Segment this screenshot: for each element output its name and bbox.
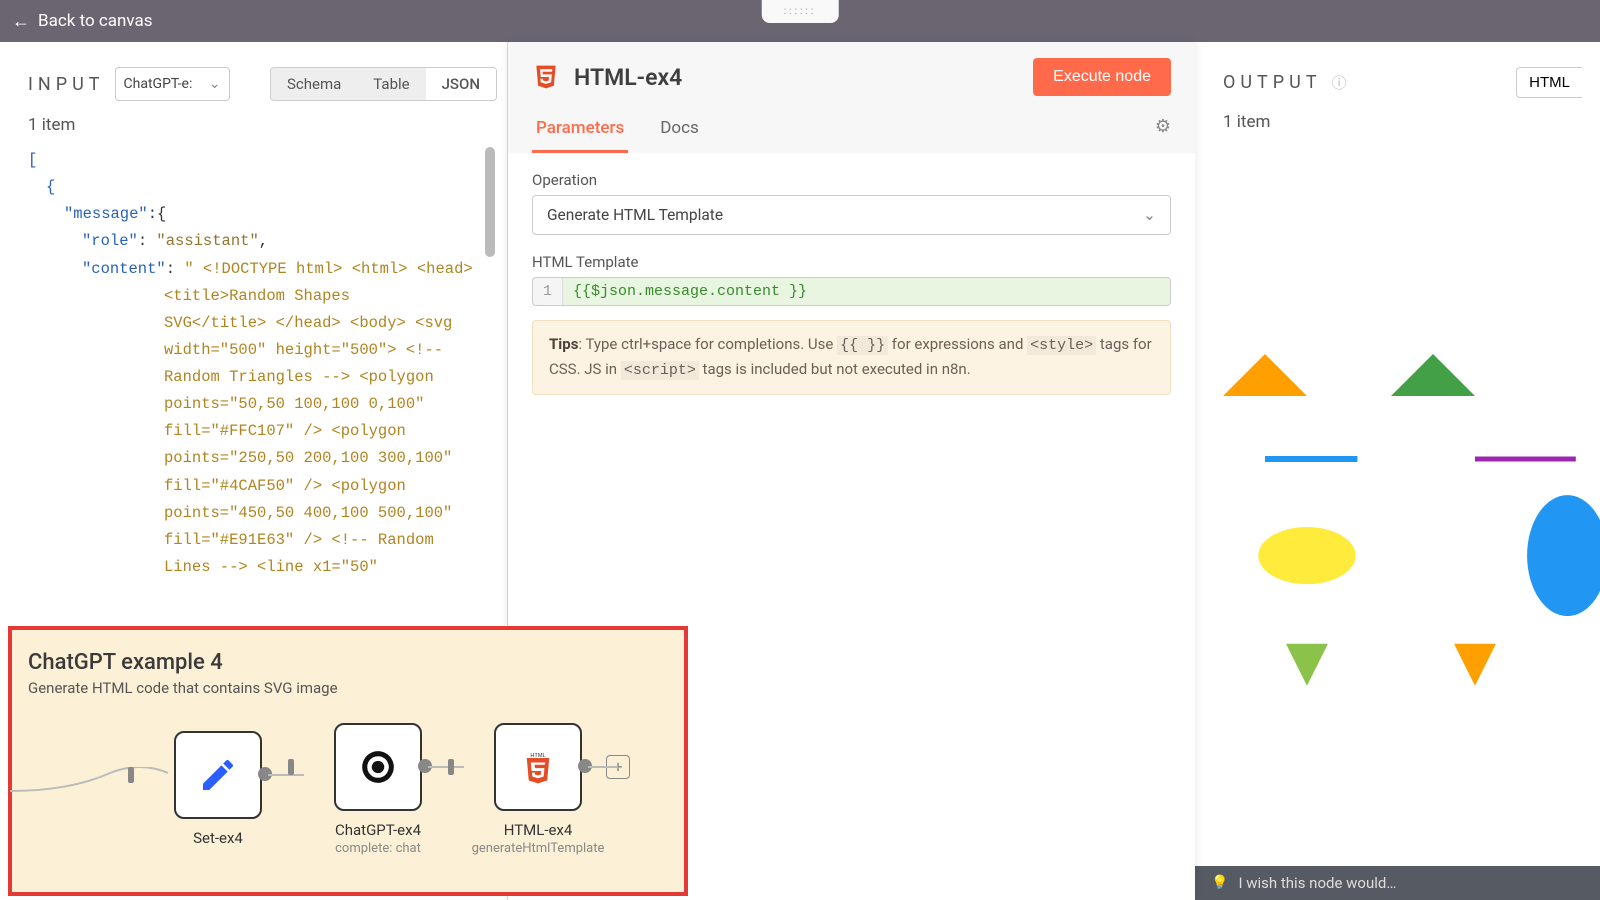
tab-json[interactable]: JSON xyxy=(426,68,496,100)
input-node-select[interactable]: ChatGPT-e: ⌄ xyxy=(115,67,230,101)
json-text: Random Triangles --> <polygon xyxy=(28,364,497,391)
json-text: fill="#4CAF50" /> <polygon xyxy=(28,473,497,500)
workflow-node-set[interactable]: Set-ex4 xyxy=(138,731,298,849)
node-name[interactable]: HTML-ex4 xyxy=(574,64,1019,91)
svg-output-preview xyxy=(1223,144,1600,900)
html-template-label: HTML Template xyxy=(532,253,1171,271)
workflow-preview: ChatGPT example 4 Generate HTML code tha… xyxy=(8,626,688,896)
ellipse-shape xyxy=(1258,527,1355,584)
workflow-node-sublabel: generateHtmlTemplate xyxy=(472,841,605,856)
json-text: Lines --> <line x1="50" xyxy=(28,554,497,581)
arrow-left-icon: ← xyxy=(12,11,30,32)
info-icon[interactable]: ⓘ xyxy=(1332,72,1347,93)
tab-parameters[interactable]: Parameters xyxy=(532,110,628,153)
workflow-node-label: HTML-ex4 xyxy=(504,821,573,839)
json-text: SVG</title> </head> <body> <svg xyxy=(28,310,497,337)
triangle-down-shape xyxy=(1454,644,1496,686)
workflow-node-chatgpt[interactable]: ChatGPT-ex4 complete: chat xyxy=(298,723,458,856)
tab-docs[interactable]: Docs xyxy=(656,110,703,153)
json-text: fill="#E91E63" /> <!-- Random xyxy=(28,527,497,554)
json-text: "assistant" xyxy=(147,232,259,250)
ellipse-shape xyxy=(1527,495,1600,616)
json-text: [ xyxy=(28,151,37,169)
json-text: "content" xyxy=(82,260,166,278)
svg-text:HTML: HTML xyxy=(530,753,545,759)
back-to-canvas-link[interactable]: ← Back to canvas xyxy=(12,11,153,32)
triangle-shape xyxy=(1223,354,1307,396)
workflow-node-label: ChatGPT-ex4 xyxy=(335,821,421,839)
back-label: Back to canvas xyxy=(38,11,153,31)
template-code: {{$json.message.content }} xyxy=(563,278,1170,305)
pencil-icon xyxy=(198,755,238,795)
openai-icon xyxy=(359,748,397,786)
json-text: <title>Random Shapes xyxy=(28,283,497,310)
tips-label: Tips xyxy=(549,335,578,353)
feedback-text: I wish this node would… xyxy=(1238,874,1396,892)
input-view-tabs: Schema Table JSON xyxy=(270,67,497,101)
workflow-nodes: Set-ex4 ChatGPT-ex4 complete: chat HTML … xyxy=(28,723,668,856)
input-item-count: 1 item xyxy=(28,115,497,135)
output-item-count: 1 item xyxy=(1223,112,1582,132)
tab-schema[interactable]: Schema xyxy=(271,68,357,100)
node-input-handle-icon[interactable] xyxy=(448,759,454,775)
input-title: INPUT xyxy=(28,74,105,95)
top-bar: ← Back to canvas :::::: xyxy=(0,0,1600,42)
triangle-down-shape xyxy=(1286,644,1328,686)
triangle-shape xyxy=(1391,354,1475,396)
feedback-bar[interactable]: 💡 I wish this node would… xyxy=(1195,866,1600,900)
lightbulb-icon: 💡 xyxy=(1211,875,1228,891)
workflow-node-sublabel: complete: chat xyxy=(335,841,421,856)
config-tabs: Parameters Docs ⚙ xyxy=(532,110,1171,153)
tips-box: Tips: Type ctrl+space for completions. U… xyxy=(532,320,1171,395)
execute-node-button[interactable]: Execute node xyxy=(1033,58,1171,96)
workflow-node-html[interactable]: HTML HTML-ex4 generateHtmlTemplate xyxy=(458,723,618,856)
html5-icon xyxy=(532,63,560,91)
output-html-button[interactable]: HTML xyxy=(1516,67,1582,98)
chevron-down-icon: ⌄ xyxy=(209,76,221,92)
node-input-handle-icon[interactable] xyxy=(288,759,294,775)
operation-select[interactable]: Generate HTML Template ⌄ xyxy=(532,195,1171,235)
line-number: 1 xyxy=(533,278,563,305)
workflow-edge-icon xyxy=(588,766,618,768)
operation-label: Operation xyxy=(532,171,1171,189)
operation-value: Generate HTML Template xyxy=(547,206,723,224)
json-text: "role" xyxy=(82,232,138,250)
html5-icon: HTML xyxy=(520,749,556,785)
json-text: width="500" height="500"> <!-- xyxy=(28,337,497,364)
workflow-node-label: Set-ex4 xyxy=(193,829,243,847)
output-title: OUTPUT xyxy=(1223,72,1322,93)
json-text: :{ xyxy=(148,205,167,223)
workflow-title: ChatGPT example 4 xyxy=(28,650,668,675)
drag-handle-icon[interactable]: :::::: xyxy=(762,0,839,23)
output-header: OUTPUT ⓘ HTML xyxy=(1223,67,1582,98)
html-template-editor[interactable]: 1 {{$json.message.content }} xyxy=(532,277,1171,306)
workflow-subtitle: Generate HTML code that contains SVG ima… xyxy=(28,679,668,697)
node-input-handle-icon[interactable] xyxy=(128,767,134,783)
input-header: INPUT ChatGPT-e: ⌄ Schema Table JSON xyxy=(28,67,497,101)
json-text: { xyxy=(46,178,55,196)
json-text: points="250,50 200,100 300,100" xyxy=(28,445,497,472)
output-panel: OUTPUT ⓘ HTML 1 item xyxy=(1195,42,1600,900)
node-config-header: HTML-ex4 Execute node Parameters Docs ⚙ xyxy=(508,42,1195,153)
gear-icon[interactable]: ⚙ xyxy=(1155,116,1171,147)
tab-table[interactable]: Table xyxy=(357,68,425,100)
json-text: points="50,50 100,100 0,100" xyxy=(28,391,497,418)
chevron-down-icon: ⌄ xyxy=(1143,206,1156,224)
json-text: fill="#FFC107" /> <polygon xyxy=(28,418,497,445)
json-text: " <!DOCTYPE html> <html> <head> xyxy=(175,260,473,278)
input-node-selected: ChatGPT-e: xyxy=(124,76,193,92)
json-text: points="450,50 400,100 500,100" xyxy=(28,500,497,527)
json-text: "message" xyxy=(64,205,148,223)
